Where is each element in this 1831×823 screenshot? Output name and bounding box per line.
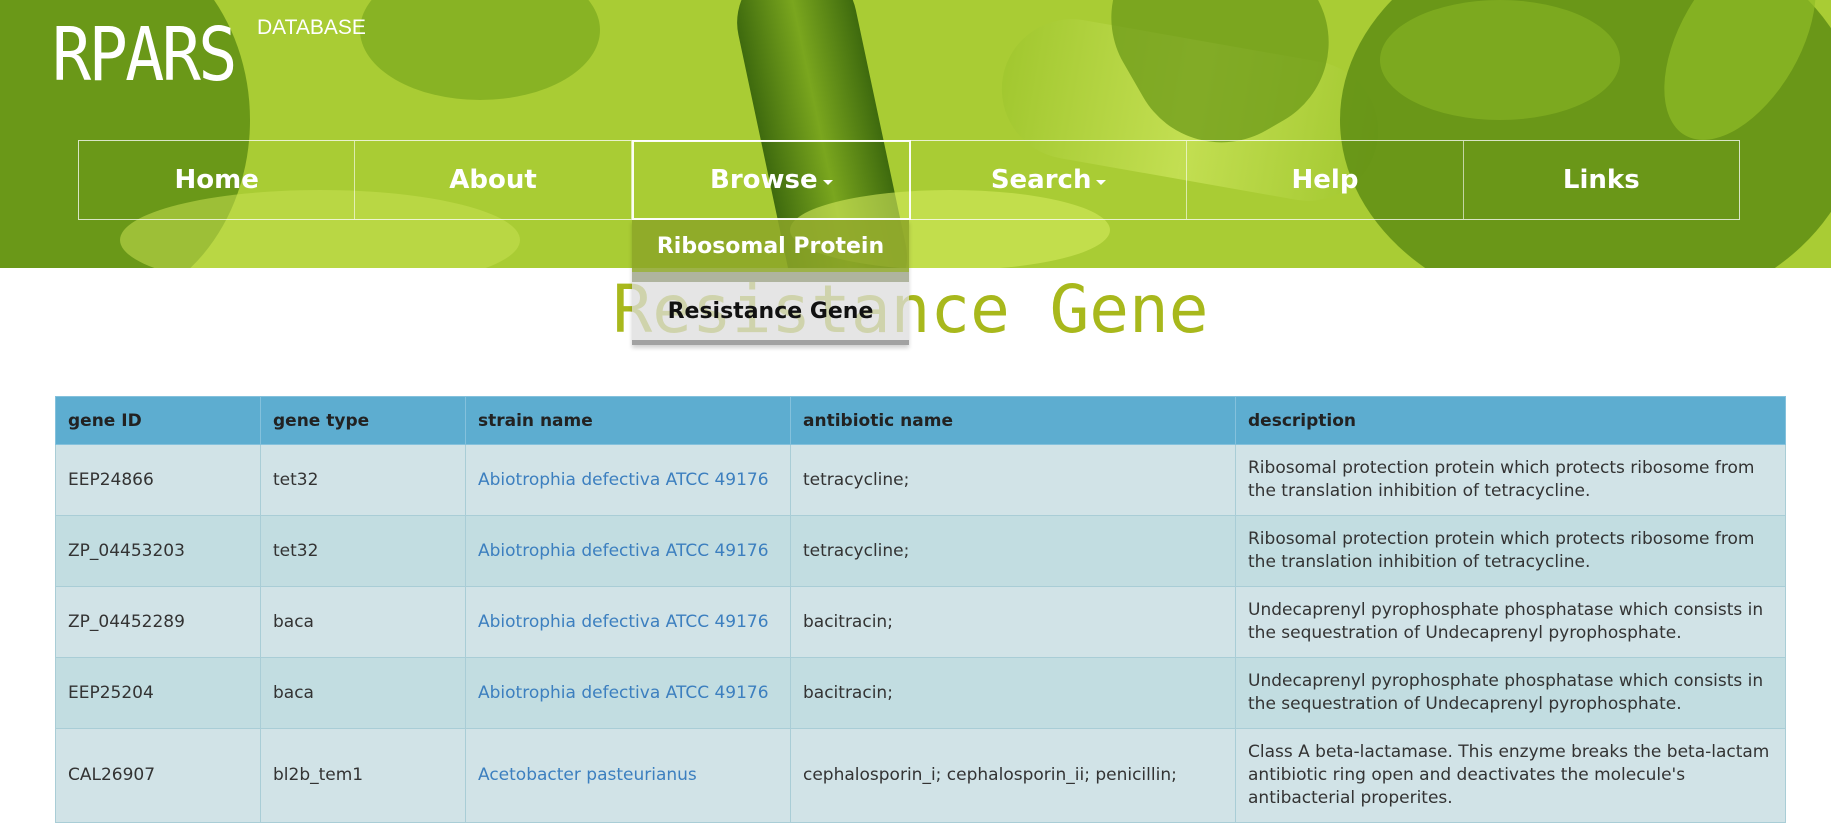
cell-gene-type: tet32 <box>260 515 466 587</box>
cell-strain-name: Abiotrophia defectiva ATCC 49176 <box>465 586 791 658</box>
site-logo-subtitle: DATABASE <box>257 16 366 39</box>
bacteria-background-image <box>0 0 1831 268</box>
table-row: EEP24866 tet32 Abiotrophia defectiva ATC… <box>55 444 1786 516</box>
column-header-description[interactable]: description <box>1235 396 1786 445</box>
strain-link[interactable]: Abiotrophia defectiva ATCC 49176 <box>478 683 769 703</box>
table-row: CAL26907 bl2b_tem1 Acetobacter pasteuria… <box>55 728 1786 823</box>
nav-item-links[interactable]: Links <box>1464 141 1739 219</box>
cell-antibiotic-name: bacitracin; <box>790 657 1236 729</box>
cell-antibiotic-name: bacitracin; <box>790 586 1236 658</box>
nav-item-label: Help <box>1291 165 1359 195</box>
nav-item-label: Search <box>990 165 1092 195</box>
strain-link[interactable]: Abiotrophia defectiva ATCC 49176 <box>478 541 769 561</box>
cell-description: Class A beta-lactamase. This enzyme brea… <box>1235 728 1786 823</box>
cell-gene-type: bl2b_tem1 <box>260 728 466 823</box>
nav-item-label: About <box>449 165 537 195</box>
strain-link[interactable]: Abiotrophia defectiva ATCC 49176 <box>478 470 769 490</box>
column-header-gene-type[interactable]: gene type <box>260 396 466 445</box>
caret-down-icon <box>822 179 833 185</box>
browse-dropdown-menu: Ribosomal Protein Resistance Gene <box>632 220 909 345</box>
cell-description: Ribosomal protection protein which prote… <box>1235 444 1786 516</box>
site-logo[interactable]: RPARS <box>52 18 237 92</box>
nav-item-label: Browse <box>710 165 818 195</box>
cell-gene-type: baca <box>260 586 466 658</box>
cell-gene-id: ZP_04452289 <box>55 586 261 658</box>
table-row: EEP25204 baca Abiotrophia defectiva ATCC… <box>55 657 1786 729</box>
caret-down-icon <box>1096 179 1107 185</box>
cell-antibiotic-name: tetracycline; <box>790 444 1236 516</box>
nav-item-home[interactable]: Home <box>79 141 356 219</box>
column-header-gene-id[interactable]: gene ID <box>55 396 261 445</box>
cell-gene-type: tet32 <box>260 444 466 516</box>
cell-gene-id: EEP24866 <box>55 444 261 516</box>
cell-gene-id: ZP_04453203 <box>55 515 261 587</box>
cell-description: Undecaprenyl pyrophosphate phosphatase w… <box>1235 586 1786 658</box>
cell-strain-name: Acetobacter pasteurianus <box>465 728 791 823</box>
nav-item-browse[interactable]: Browse <box>631 140 911 220</box>
cell-gene-id: CAL26907 <box>55 728 261 823</box>
nav-item-search[interactable]: Search <box>911 141 1188 219</box>
table-row: ZP_04453203 tet32 Abiotrophia defectiva … <box>55 515 1786 587</box>
column-header-strain-name[interactable]: strain name <box>465 396 791 445</box>
nav-item-label: Home <box>174 165 259 195</box>
header-banner: RPARS DATABASE Home About Browse Search … <box>0 0 1831 268</box>
menu-item-ribosomal-protein[interactable]: Ribosomal Protein <box>632 220 909 282</box>
cell-gene-id: EEP25204 <box>55 657 261 729</box>
cell-strain-name: Abiotrophia defectiva ATCC 49176 <box>465 444 791 516</box>
cell-description: Ribosomal protection protein which prote… <box>1235 515 1786 587</box>
column-header-antibiotic-name[interactable]: antibiotic name <box>790 396 1236 445</box>
cell-gene-type: baca <box>260 657 466 729</box>
table-header-row: gene ID gene type strain name antibiotic… <box>55 396 1786 445</box>
cell-strain-name: Abiotrophia defectiva ATCC 49176 <box>465 515 791 587</box>
page-title: Resistance Gene <box>612 271 1209 348</box>
cell-description: Undecaprenyl pyrophosphate phosphatase w… <box>1235 657 1786 729</box>
nav-item-label: Links <box>1562 165 1640 195</box>
nav-item-help[interactable]: Help <box>1187 141 1464 219</box>
resistance-gene-table: gene ID gene type strain name antibiotic… <box>55 396 1786 823</box>
strain-link[interactable]: Abiotrophia defectiva ATCC 49176 <box>478 612 769 632</box>
strain-link[interactable]: Acetobacter pasteurianus <box>478 765 697 785</box>
cell-antibiotic-name: tetracycline; <box>790 515 1236 587</box>
main-nav: Home About Browse Search Help Links <box>78 140 1740 220</box>
menu-item-resistance-gene[interactable]: Resistance Gene <box>632 282 909 345</box>
cell-antibiotic-name: cephalosporin_i; cephalosporin_ii; penic… <box>790 728 1236 823</box>
table-row: ZP_04452289 baca Abiotrophia defectiva A… <box>55 586 1786 658</box>
cell-strain-name: Abiotrophia defectiva ATCC 49176 <box>465 657 791 729</box>
nav-item-about[interactable]: About <box>355 141 632 219</box>
